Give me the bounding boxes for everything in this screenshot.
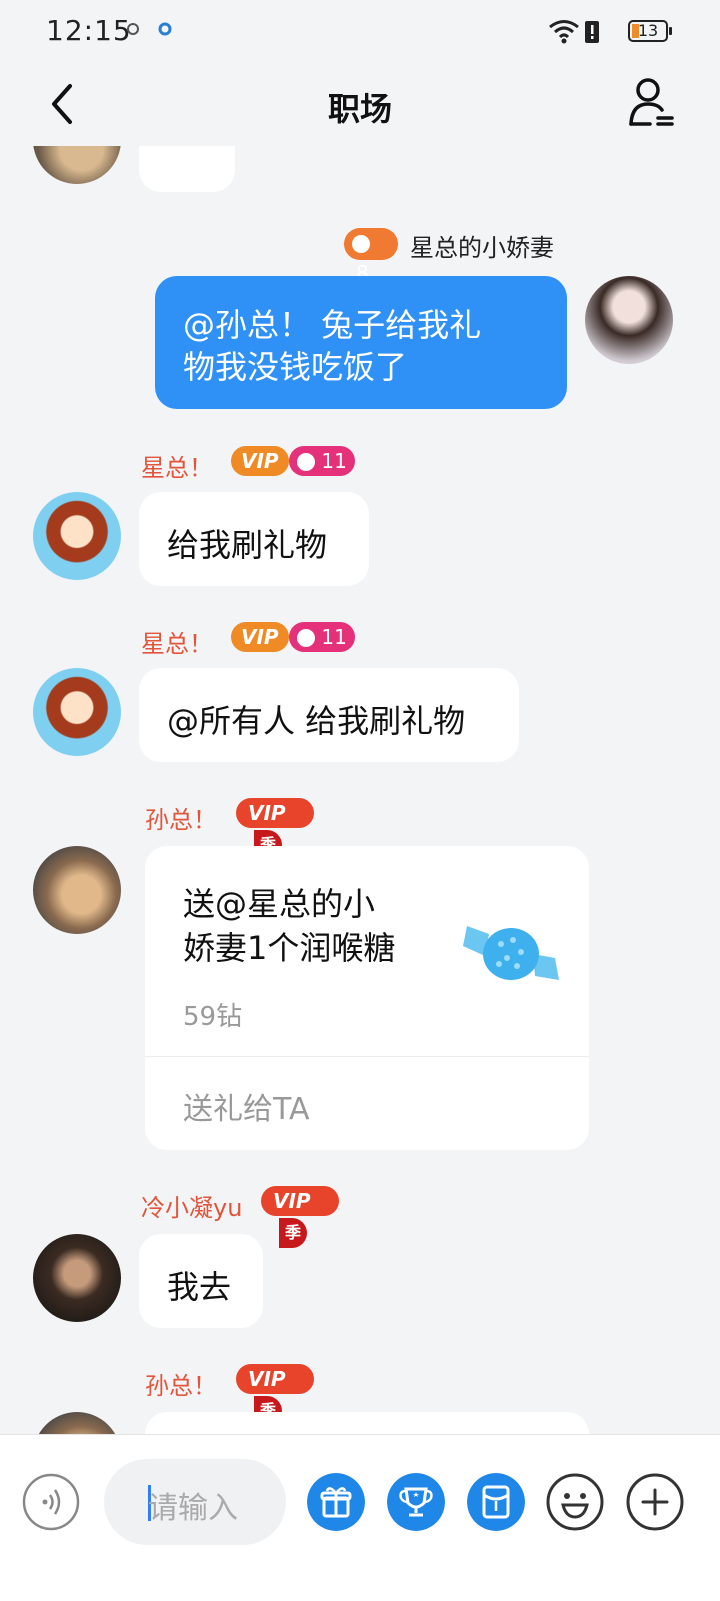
avatar[interactable] bbox=[33, 492, 121, 580]
message-input[interactable]: 请输入 bbox=[104, 1459, 286, 1545]
sender-name[interactable]: 孙总！ bbox=[145, 800, 217, 835]
message-text: @所有人 给我刷礼物 bbox=[167, 702, 466, 740]
message-bubble-partial[interactable] bbox=[139, 146, 235, 192]
message-list-lower[interactable]: 冷小凝yu VIP季 我去 孙总！ VIP季 bbox=[0, 1150, 720, 1434]
avatar[interactable] bbox=[33, 1412, 121, 1434]
trophy-icon[interactable] bbox=[387, 1473, 445, 1531]
plus-icon[interactable] bbox=[626, 1473, 684, 1531]
level-badge: 11 bbox=[289, 446, 355, 476]
avatar[interactable] bbox=[585, 276, 673, 364]
season-label: 季 bbox=[279, 1218, 307, 1248]
sender-name[interactable]: 星总的小娇妻 bbox=[410, 228, 554, 263]
send-gift-link[interactable]: 送礼给TA bbox=[183, 1084, 310, 1128]
battery-level: 13 bbox=[637, 21, 659, 40]
message-bubble-mine[interactable]: @孙总！ 兔子给我礼 物我没钱吃饭了 bbox=[155, 276, 567, 409]
gift-icon[interactable] bbox=[307, 1473, 365, 1531]
sender-name[interactable]: 孙总！ bbox=[145, 1366, 217, 1401]
vip-badge: VIP bbox=[231, 622, 289, 652]
vip-season-badge: VIP 季 bbox=[261, 1186, 339, 1248]
gift-text-line: 娇妻1个润喉糖 bbox=[183, 929, 396, 967]
avatar[interactable] bbox=[33, 668, 121, 756]
message-text-line: 物我没钱吃饭了 bbox=[183, 348, 408, 386]
input-placeholder: 请输入 bbox=[148, 1491, 238, 1526]
level-badge: 8 bbox=[344, 228, 398, 285]
vip-label: VIP bbox=[248, 801, 286, 825]
wifi-icon bbox=[549, 20, 579, 44]
message-text: 给我刷礼物 bbox=[167, 526, 328, 564]
vip-badge: VIP bbox=[231, 446, 289, 476]
emoji-icon[interactable] bbox=[546, 1473, 604, 1531]
avatar[interactable] bbox=[33, 146, 121, 184]
status-time: 12:15 bbox=[46, 14, 132, 47]
status-bar: 12:15 13 bbox=[0, 0, 720, 66]
sim-alert-icon bbox=[585, 21, 599, 43]
gift-text-line: 送@星总的小 bbox=[183, 885, 376, 923]
profile-list-icon[interactable] bbox=[628, 76, 676, 128]
throat-candy-icon bbox=[463, 926, 559, 980]
notification-icon bbox=[127, 23, 139, 35]
level-badge: 11 bbox=[289, 622, 355, 652]
input-bar: 请输入 bbox=[0, 1434, 720, 1601]
gift-text: 送@星总的小 娇妻1个润喉糖 bbox=[183, 882, 443, 970]
message-bubble[interactable]: 给我刷礼物 bbox=[139, 492, 369, 586]
level-number: 11 bbox=[321, 449, 347, 473]
message-bubble[interactable]: @所有人 给我刷礼物 bbox=[139, 668, 519, 762]
level-number: 11 bbox=[321, 625, 347, 649]
sender-name[interactable]: 星总！ bbox=[141, 448, 213, 483]
message-bubble[interactable]: 我去 bbox=[139, 1234, 263, 1328]
sender-name[interactable]: 冷小凝yu bbox=[141, 1188, 242, 1223]
avatar[interactable] bbox=[33, 846, 121, 934]
chat-header: 职场 bbox=[0, 66, 720, 146]
gift-card[interactable]: 送@星总的小 娇妻1个润喉糖 59钻 送礼给TA bbox=[145, 846, 589, 1150]
message-text-line: @孙总！ 兔子给我礼 bbox=[183, 306, 482, 344]
divider bbox=[145, 1056, 589, 1057]
message-text: 我去 bbox=[167, 1268, 232, 1306]
app-notification-icon bbox=[158, 22, 172, 36]
vip-label: VIP bbox=[248, 1367, 286, 1391]
gift-price: 59钻 bbox=[183, 1002, 243, 1032]
red-packet-icon[interactable] bbox=[467, 1473, 525, 1531]
vip-season-badge: VIP季 bbox=[236, 798, 314, 860]
avatar[interactable] bbox=[33, 1234, 121, 1322]
vip-label: VIP bbox=[273, 1189, 311, 1213]
page-title: 职场 bbox=[327, 90, 392, 128]
sender-name[interactable]: 星总！ bbox=[141, 624, 213, 659]
message-bubble[interactable] bbox=[145, 1412, 589, 1434]
voice-icon[interactable] bbox=[22, 1473, 80, 1531]
battery-icon: 13 bbox=[628, 20, 672, 42]
vip-season-badge: VIP季 bbox=[236, 1364, 314, 1426]
